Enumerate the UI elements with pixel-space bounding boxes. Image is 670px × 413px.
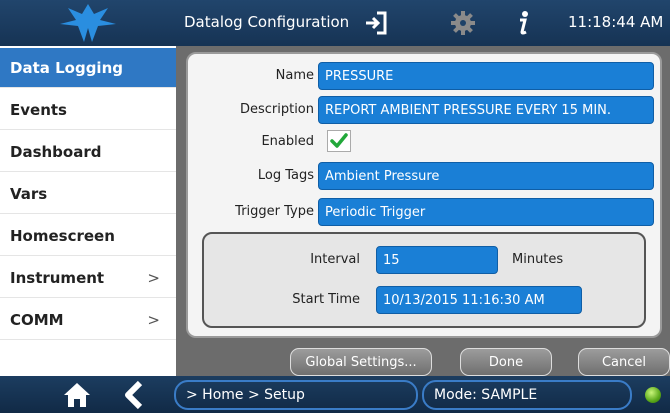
sidebar: Data Logging Events Dashboard Vars Homes… — [0, 46, 176, 376]
page-title: Datalog Configuration — [184, 13, 350, 31]
chevron-right-icon: > — [147, 268, 160, 287]
sidebar-item-label: Instrument — [10, 268, 105, 287]
start-time-field[interactable]: 10/13/2015 11:16:30 AM — [376, 286, 582, 314]
sidebar-item-label: Vars — [10, 184, 48, 203]
top-bar: Datalog Configuration 11:18:44 AM — [0, 0, 670, 46]
datalog-form-panel: Name PRESSURE Description REPORT AMBIENT… — [186, 52, 662, 338]
description-field[interactable]: REPORT AMBIENT PRESSURE EVERY 15 MIN. — [318, 96, 654, 124]
done-button[interactable]: Done — [460, 348, 552, 376]
global-settings-button[interactable]: Global Settings... — [290, 348, 432, 376]
sidebar-item-label: Events — [10, 100, 67, 119]
sidebar-item-vars[interactable]: Vars — [0, 174, 176, 214]
gear-icon[interactable] — [448, 8, 478, 38]
mode-indicator: Mode: SAMPLE — [422, 380, 632, 410]
interval-unit: Minutes — [512, 252, 564, 267]
back-icon[interactable] — [120, 380, 150, 410]
trigger-type-label: Trigger Type — [235, 204, 314, 219]
sidebar-item-homescreen[interactable]: Homescreen — [0, 216, 176, 256]
log-tags-label: Log Tags — [257, 168, 314, 183]
interval-label: Interval — [310, 252, 360, 267]
sidebar-item-dashboard[interactable]: Dashboard — [0, 132, 176, 172]
clock: 11:18:44 AM — [568, 13, 664, 31]
bottom-bar: > Home > Setup Mode: SAMPLE — [0, 376, 670, 413]
sidebar-item-data-logging[interactable]: Data Logging — [0, 48, 176, 88]
description-label: Description — [239, 102, 314, 117]
sidebar-item-label: Data Logging — [10, 58, 123, 77]
cancel-button[interactable]: Cancel — [578, 348, 670, 376]
logo-icon — [0, 0, 176, 46]
signin-icon[interactable] — [361, 8, 391, 38]
status-led-icon — [645, 387, 661, 403]
sidebar-item-events[interactable]: Events — [0, 90, 176, 130]
trigger-settings-panel: Interval 15 Minutes Start Time 10/13/201… — [202, 232, 646, 328]
sidebar-item-instrument[interactable]: Instrument > — [0, 258, 176, 298]
sidebar-item-comm[interactable]: COMM > — [0, 300, 176, 340]
interval-field[interactable]: 15 — [376, 246, 498, 274]
trigger-type-field[interactable]: Periodic Trigger — [318, 198, 654, 226]
enabled-label: Enabled — [261, 134, 314, 149]
breadcrumb[interactable]: > Home > Setup — [174, 380, 418, 410]
checkmark-icon — [330, 133, 348, 148]
name-field[interactable]: PRESSURE — [318, 62, 654, 90]
info-icon[interactable] — [508, 8, 538, 38]
sidebar-item-label: Dashboard — [10, 142, 102, 161]
enabled-checkbox[interactable] — [327, 130, 351, 152]
sidebar-item-label: Homescreen — [10, 226, 115, 245]
start-time-label: Start Time — [292, 292, 360, 307]
sidebar-item-label: COMM — [10, 310, 64, 329]
name-label: Name — [275, 68, 314, 83]
chevron-right-icon: > — [147, 310, 160, 329]
log-tags-field[interactable]: Ambient Pressure — [318, 162, 654, 190]
home-icon[interactable] — [62, 380, 92, 410]
main-content: Name PRESSURE Description REPORT AMBIENT… — [176, 46, 670, 376]
